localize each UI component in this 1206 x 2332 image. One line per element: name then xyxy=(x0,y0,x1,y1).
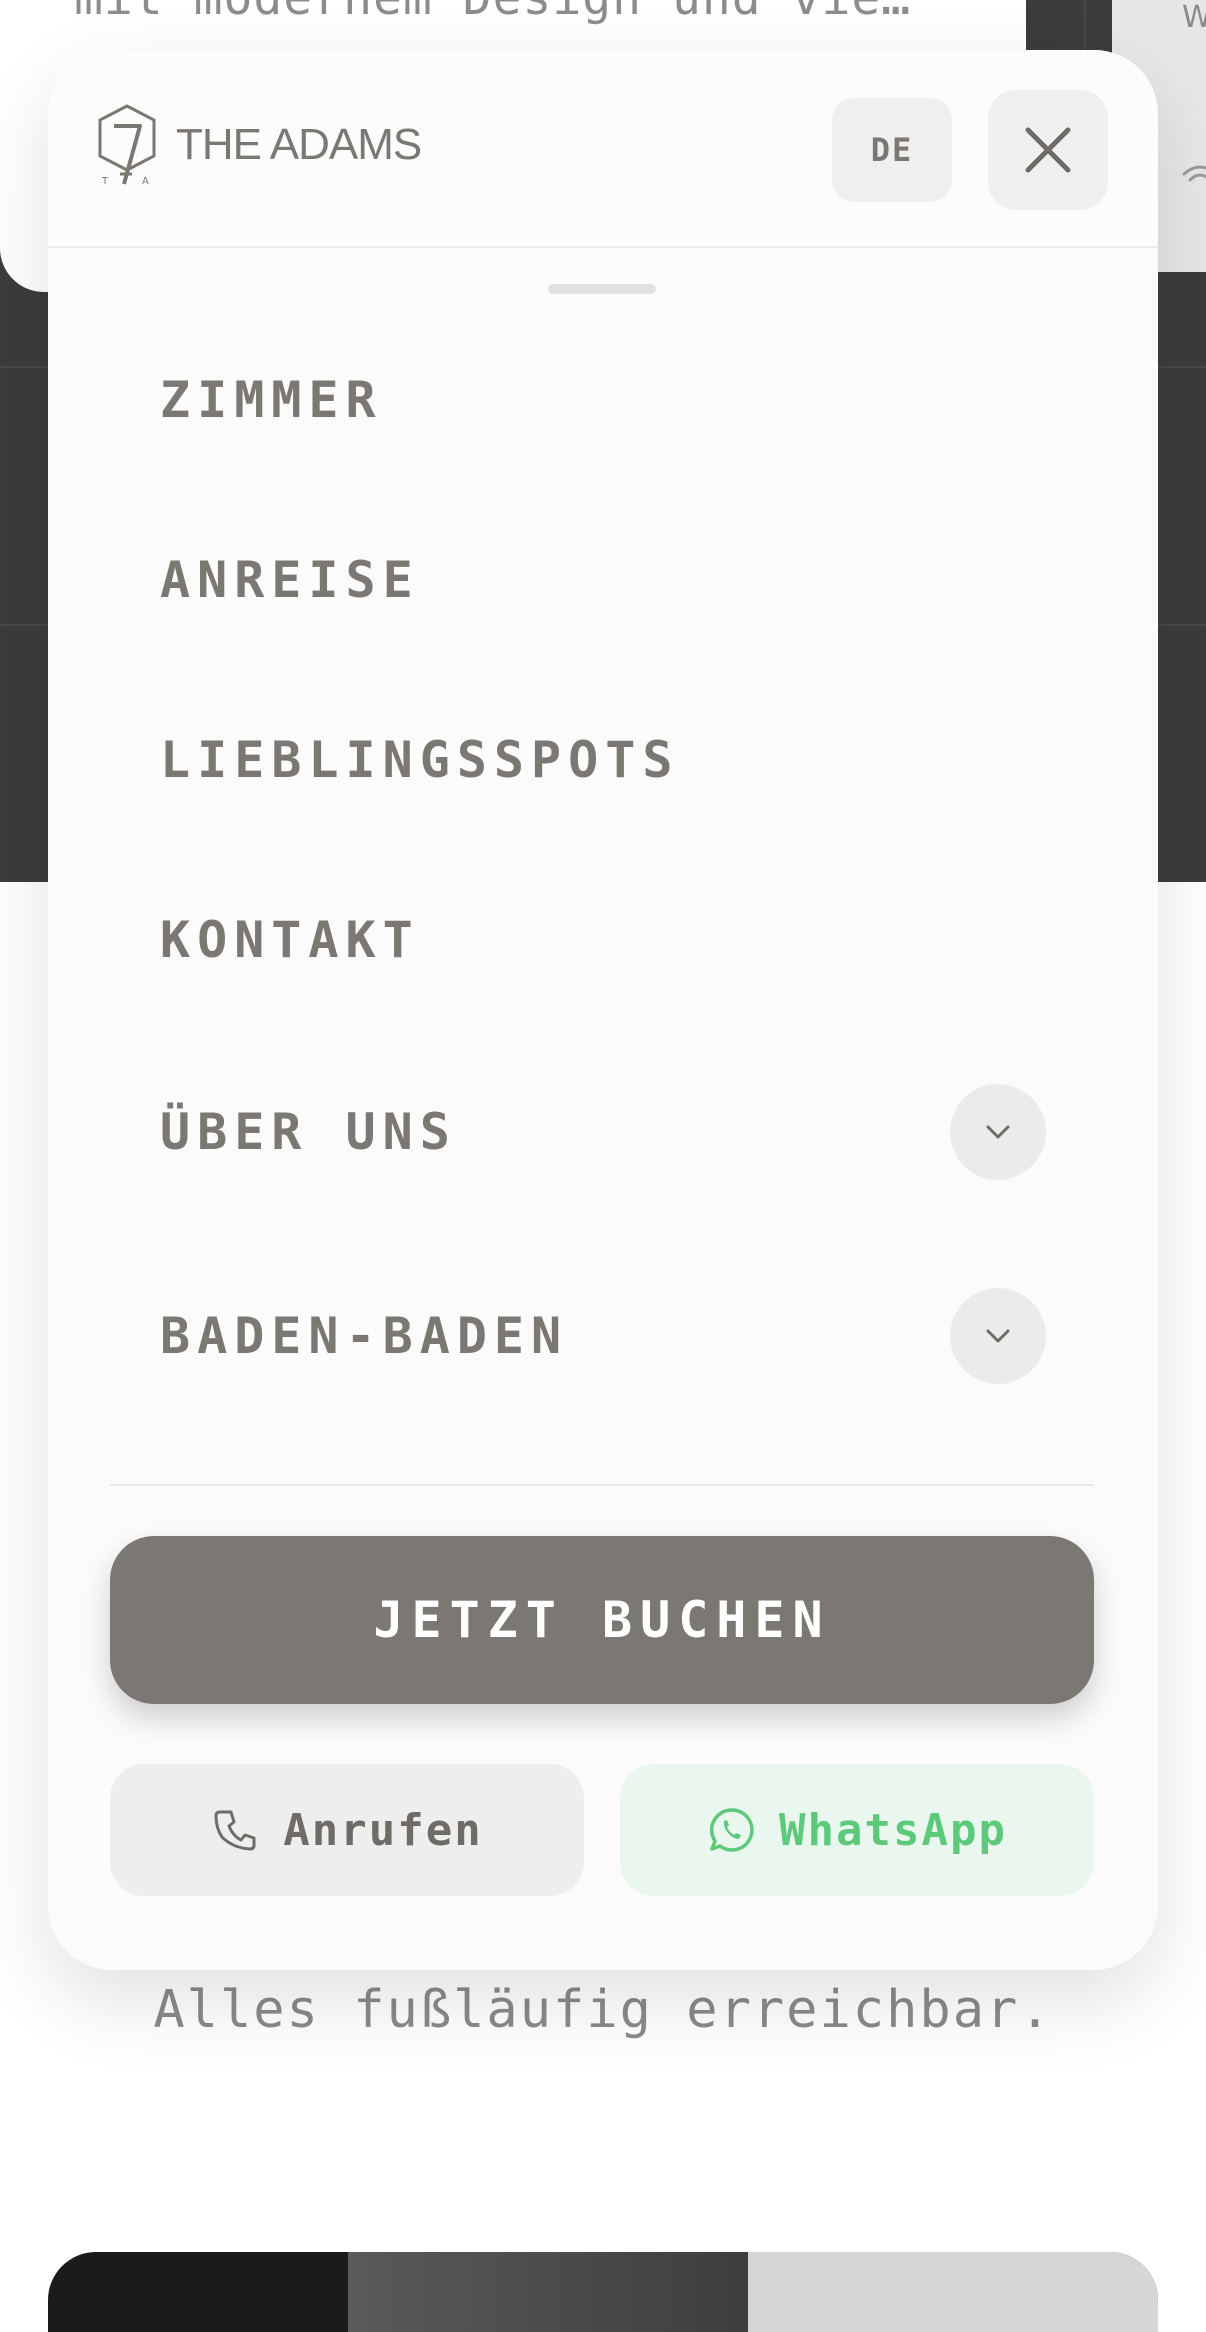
menu-item-ueber-uns[interactable]: ÜBER UNS xyxy=(110,1082,1096,1182)
chevron-down-icon xyxy=(986,1329,1010,1343)
background-photo-part xyxy=(348,2252,798,2332)
background-footer-text: Alles fußläufig erreichbar. xyxy=(153,1980,1053,2040)
background-photo xyxy=(48,2252,1158,2332)
drag-handle[interactable] xyxy=(548,284,656,294)
logo-mark-icon: T A xyxy=(98,104,156,186)
language-switcher-button[interactable]: DE xyxy=(832,98,952,202)
menu-item-baden-baden[interactable]: BADEN-BADEN xyxy=(110,1286,1096,1386)
svg-text:T: T xyxy=(101,176,109,186)
background-photo-part xyxy=(748,2252,1158,2332)
background-tile-letter: W xyxy=(1182,0,1206,35)
menu-item-label: KONTAKT xyxy=(160,911,420,969)
logo-text: THE ADAMS xyxy=(176,120,422,169)
whatsapp-button[interactable]: WhatsApp xyxy=(620,1764,1094,1896)
menu-item-zimmer[interactable]: ZIMMER xyxy=(110,350,1096,450)
expand-baden-baden-button[interactable] xyxy=(950,1288,1046,1384)
menu-item-label: ÜBER UNS xyxy=(160,1103,457,1161)
menu-item-label: ANREISE xyxy=(160,551,420,609)
call-button[interactable]: Anrufen xyxy=(110,1764,584,1896)
close-menu-button[interactable] xyxy=(988,90,1108,210)
chevron-down-icon xyxy=(986,1125,1010,1139)
logo[interactable]: T A THE ADAMS xyxy=(96,104,422,186)
menu-item-lieblingsspots[interactable]: LIEBLINGSSPOTS xyxy=(110,710,1096,810)
background-intro-text: mit modernem Design und vie… xyxy=(74,0,911,26)
whatsapp-icon xyxy=(710,1808,754,1852)
menu-item-label: BADEN-BADEN xyxy=(160,1307,569,1365)
menu-item-anreise[interactable]: ANREISE xyxy=(110,530,1096,630)
wifi-icon xyxy=(1182,165,1206,182)
menu-item-label: ZIMMER xyxy=(160,371,383,429)
menu-item-label: LIEBLINGSSPOTS xyxy=(160,731,680,789)
svg-text:A: A xyxy=(142,176,149,186)
book-now-button[interactable]: JETZT BUCHEN xyxy=(110,1536,1094,1704)
menu-header: T A THE ADAMS DE xyxy=(48,50,1158,248)
expand-ueber-uns-button[interactable] xyxy=(950,1084,1046,1180)
menu-divider xyxy=(110,1484,1094,1486)
phone-icon xyxy=(214,1810,256,1851)
whatsapp-button-label: WhatsApp xyxy=(779,1804,1007,1856)
menu-item-kontakt[interactable]: KONTAKT xyxy=(110,890,1096,990)
navigation-menu-panel: T A THE ADAMS DE ZIMMER ANREISE LIEBLING… xyxy=(48,50,1158,1970)
call-button-label: Anrufen xyxy=(283,1804,483,1856)
close-icon xyxy=(1025,127,1071,173)
